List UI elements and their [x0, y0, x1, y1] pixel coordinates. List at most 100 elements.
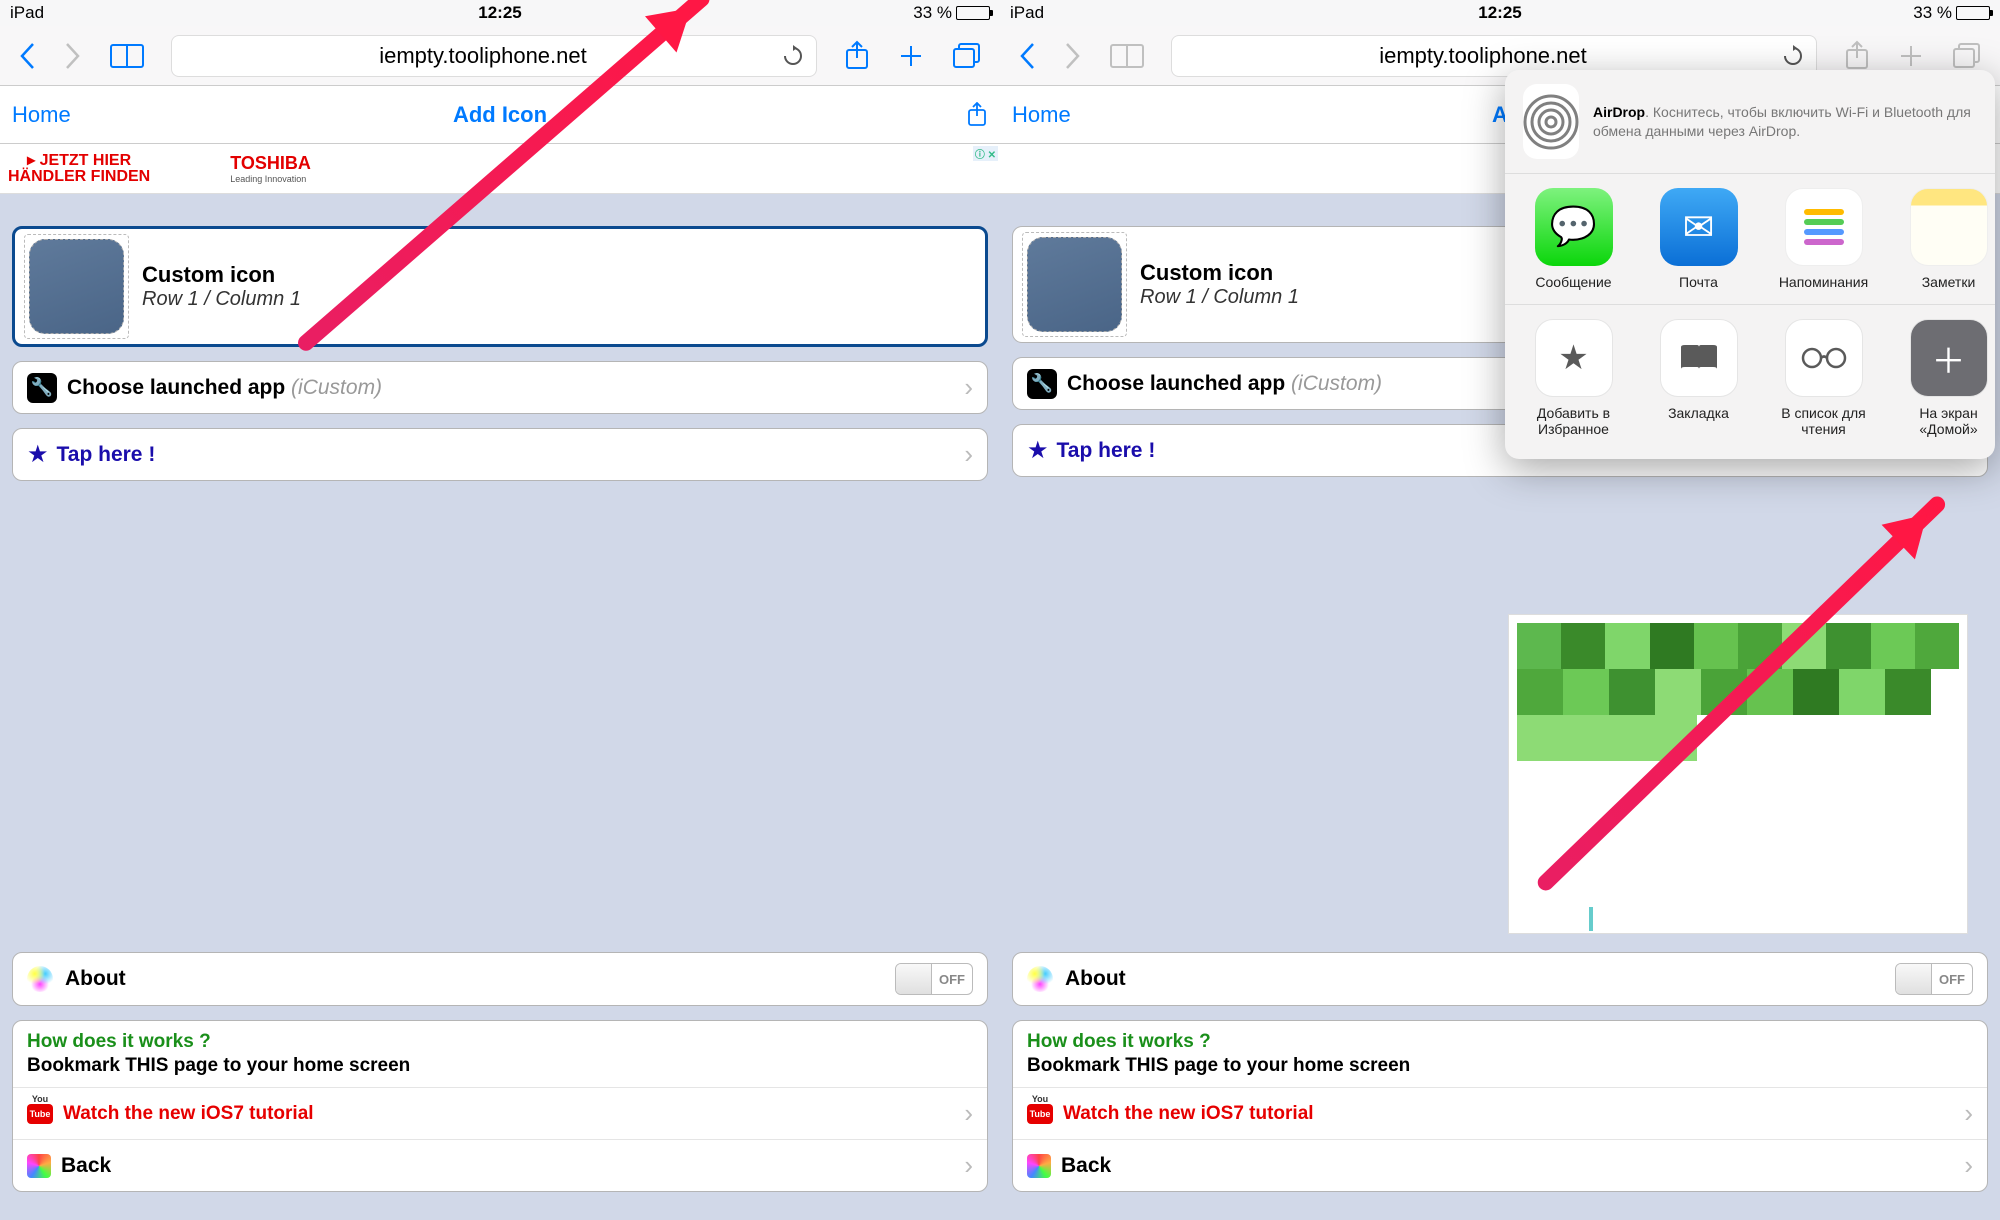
url-bar[interactable]: iempty.tooliphone.net	[172, 36, 816, 76]
ad-text: ▸ JETZT HIERHÄNDLER FINDEN	[8, 153, 150, 185]
about-icon	[1027, 966, 1053, 992]
help-text-row: How does it works ? Bookmark THIS page t…	[13, 1021, 987, 1087]
about-card: About OFF	[1012, 952, 1988, 1006]
help-card: How does it works ? Bookmark THIS page t…	[12, 1020, 988, 1192]
chevron-right-icon: ›	[964, 439, 973, 470]
about-icon	[27, 966, 53, 992]
battery-status: 33 %	[1913, 3, 1990, 23]
forward-button[interactable]	[1064, 41, 1082, 71]
launched-app-card: 🔧 Choose launched app (iCustom) ›	[12, 361, 988, 414]
left-pane: iPad 12:25 33 % iempty.tooliphone.net Ho…	[0, 0, 1000, 1220]
messages-icon: 💬	[1535, 188, 1613, 266]
share-sheet: AirDrop. Коснитесь, чтобы включить Wi-Fi…	[1505, 70, 1995, 459]
bookmarks-icon[interactable]	[110, 43, 144, 69]
reload-icon[interactable]	[782, 45, 804, 67]
choose-launched-row[interactable]: 🔧 Choose launched app (iCustom) ›	[13, 362, 987, 413]
share-button[interactable]	[844, 40, 870, 72]
right-pane: iPad 12:25 33 % iempty.tooliphone.net Ho…	[1000, 0, 2000, 1220]
status-bar: iPad 12:25 33 %	[1000, 0, 2000, 26]
plus-icon: ＋	[1910, 319, 1988, 397]
wrench-icon: 🔧	[27, 373, 57, 403]
icon-preview	[1027, 237, 1122, 332]
bookmark-action[interactable]: Закладка	[1646, 319, 1751, 437]
forward-button[interactable]	[64, 41, 82, 71]
home-link[interactable]: Home	[1012, 102, 1071, 128]
back-icon	[1027, 1154, 1051, 1178]
star-icon: ★	[1535, 319, 1613, 397]
star-icon: ★	[1027, 436, 1049, 465]
add-favorites[interactable]: ★Добавить в Избранное	[1521, 319, 1626, 437]
share-messages[interactable]: 💬Сообщение	[1521, 188, 1626, 290]
airdrop-section[interactable]: AirDrop. Коснитесь, чтобы включить Wi-Fi…	[1505, 70, 1995, 174]
ad-brand: TOSHIBALeading Innovation	[230, 153, 311, 184]
chevron-right-icon: ›	[964, 372, 973, 403]
youtube-icon	[1027, 1104, 1053, 1124]
battery-icon	[956, 6, 990, 20]
battery-icon	[1956, 6, 1990, 20]
share-reminders[interactable]: Напоминания	[1771, 188, 1876, 290]
ad-close-icon[interactable]: ⓘ ✕	[973, 146, 998, 161]
battery-status: 33 %	[913, 3, 990, 23]
watch-tutorial-row[interactable]: Watch the new iOS7 tutorial ›	[13, 1087, 987, 1139]
about-toggle[interactable]: OFF	[1895, 963, 1973, 995]
mail-icon: ✉	[1660, 188, 1738, 266]
home-link[interactable]: Home	[12, 102, 71, 128]
page-share-icon[interactable]	[966, 102, 988, 128]
bookmarks-icon[interactable]	[1110, 43, 1144, 69]
watch-tutorial-row[interactable]: Watch the new iOS7 tutorial ›	[1013, 1087, 1987, 1139]
tabs-button[interactable]	[952, 42, 982, 70]
glasses-icon	[1785, 319, 1863, 397]
custom-icon-sub: Row 1 / Column 1	[1140, 286, 1299, 309]
device-label: iPad	[10, 3, 44, 23]
back-button[interactable]	[18, 41, 36, 71]
custom-icon-title: Custom icon	[142, 262, 301, 288]
chevron-right-icon: ›	[964, 1150, 973, 1181]
tabs-button[interactable]	[1952, 42, 1982, 70]
custom-icon-title: Custom icon	[1140, 260, 1299, 286]
help-text-row: How does it works ? Bookmark THIS page t…	[1013, 1021, 1987, 1087]
url-text: iempty.tooliphone.net	[1184, 43, 1782, 69]
back-icon	[27, 1154, 51, 1178]
star-icon: ★	[27, 440, 49, 469]
reload-icon[interactable]	[1782, 45, 1804, 67]
tap-here-row[interactable]: ★ Tap here ! ›	[13, 429, 987, 480]
about-toggle[interactable]: OFF	[895, 963, 973, 995]
clock: 12:25	[1478, 3, 1521, 23]
chevron-right-icon: ›	[964, 1098, 973, 1129]
clock: 12:25	[478, 3, 521, 23]
add-home-screen[interactable]: ＋На экран «Домой»	[1896, 319, 1995, 437]
safari-toolbar: iempty.tooliphone.net	[0, 26, 1000, 86]
reminders-icon	[1785, 188, 1863, 266]
about-card: About OFF	[12, 952, 988, 1006]
page-title: Add Icon	[453, 102, 547, 128]
custom-icon-sub: Row 1 / Column 1	[142, 288, 301, 311]
url-text: iempty.tooliphone.net	[184, 43, 782, 69]
custom-icon-card[interactable]: Custom icon Row 1 / Column 1	[12, 226, 988, 347]
share-actions-row: ★Добавить в Избранное Закладка В список …	[1505, 305, 1995, 451]
youtube-icon	[27, 1104, 53, 1124]
back-row[interactable]: Back ›	[13, 1139, 987, 1191]
share-mail[interactable]: ✉Почта	[1646, 188, 1751, 290]
page-header: Home Add Icon	[0, 86, 1000, 144]
book-icon	[1660, 319, 1738, 397]
new-tab-button[interactable]	[898, 43, 924, 69]
back-row[interactable]: Back ›	[1013, 1139, 1987, 1191]
content-preview	[1508, 614, 1968, 934]
chevron-right-icon: ›	[1964, 1150, 1973, 1181]
back-button[interactable]	[1018, 41, 1036, 71]
device-label: iPad	[1010, 3, 1044, 23]
wrench-icon: 🔧	[1027, 369, 1057, 399]
notes-icon	[1910, 188, 1988, 266]
about-row[interactable]: About OFF	[13, 953, 987, 1005]
tap-here-card: ★ Tap here ! ›	[12, 428, 988, 481]
help-card: How does it works ? Bookmark THIS page t…	[1012, 1020, 1988, 1192]
airdrop-icon	[1523, 84, 1579, 159]
about-row[interactable]: About OFF	[1013, 953, 1987, 1005]
share-notes[interactable]: Заметки	[1896, 188, 1995, 290]
icon-preview	[29, 239, 124, 334]
share-button[interactable]	[1844, 40, 1870, 72]
chevron-right-icon: ›	[1964, 1098, 1973, 1129]
reading-list[interactable]: В список для чтения	[1771, 319, 1876, 437]
share-apps-row: 💬Сообщение ✉Почта Напоминания Заметки	[1505, 174, 1995, 305]
status-bar: iPad 12:25 33 %	[0, 0, 1000, 26]
